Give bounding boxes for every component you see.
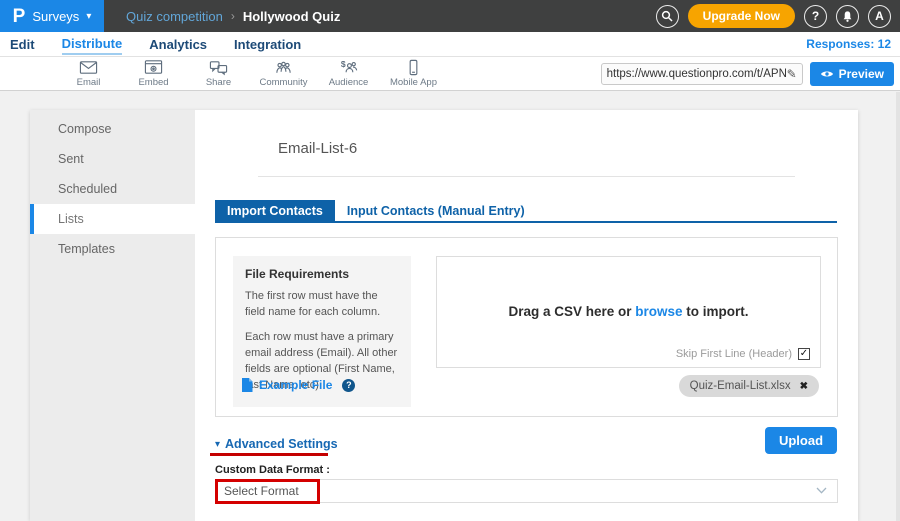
top-header: P Surveys ▾ Quiz competition › Hollywood… — [0, 0, 900, 32]
example-file-link[interactable]: Example File — [259, 378, 332, 392]
list-content: Email-List-6 Import Contacts Input Conta… — [195, 110, 858, 521]
lists-panel: Compose Sent Scheduled Lists Templates E… — [30, 110, 858, 521]
eye-icon — [820, 69, 834, 79]
file-icon — [241, 378, 253, 392]
sidebar-item-sent[interactable]: Sent — [30, 144, 195, 174]
uploaded-file-chip: Quiz-Email-List.xlsx ✖ — [679, 375, 819, 397]
share-icon — [209, 59, 228, 76]
upgrade-now-button[interactable]: Upgrade Now — [688, 4, 795, 28]
page-body: Compose Sent Scheduled Lists Templates E… — [0, 92, 900, 521]
uploaded-file-name: Quiz-Email-List.xlsx — [690, 380, 791, 392]
custom-data-format-label: Custom Data Format : — [215, 464, 330, 476]
edit-url-icon[interactable]: ✎ — [787, 67, 797, 81]
search-icon — [661, 10, 673, 22]
file-requirements-text: The first row must have the field name f… — [245, 289, 399, 321]
channel-label: Audience — [329, 77, 369, 88]
skip-first-line-label: Skip First Line (Header) — [676, 348, 792, 360]
advanced-settings-label: Advanced Settings — [225, 437, 338, 451]
distribute-sidebar: Compose Sent Scheduled Lists Templates — [30, 110, 195, 521]
import-contacts-panel: File Requirements The first row must hav… — [215, 237, 838, 417]
notifications-button[interactable] — [836, 5, 859, 28]
channel-label: Share — [206, 77, 231, 88]
survey-url-text: https://www.questionpro.com/t/APNrFZ — [607, 68, 787, 80]
breadcrumb-current: Hollywood Quiz — [243, 9, 341, 24]
community-icon — [274, 59, 293, 76]
sidebar-item-scheduled[interactable]: Scheduled — [30, 174, 195, 204]
help-button[interactable]: ? — [804, 5, 827, 28]
email-icon — [79, 59, 98, 76]
dropzone-text-before: Drag a CSV here or — [508, 304, 631, 319]
chevron-down-icon — [816, 487, 827, 494]
skip-first-line-checkbox[interactable]: ✓ — [798, 348, 810, 360]
skip-first-line-row: Skip First Line (Header) ✓ — [676, 348, 810, 360]
product-switcher[interactable]: P Surveys ▾ — [0, 0, 104, 32]
annotation-red-underline — [210, 453, 328, 456]
mobile-app-icon — [404, 59, 423, 76]
channel-label: Embed — [138, 77, 168, 88]
breadcrumb-parent[interactable]: Quiz competition — [126, 9, 223, 24]
preview-label: Preview — [839, 67, 884, 81]
avatar[interactable]: A — [868, 5, 891, 28]
upload-button[interactable]: Upload — [765, 427, 837, 454]
svg-text:$: $ — [341, 59, 346, 69]
dropzone-text: Drag a CSV here or browse to import. — [437, 304, 820, 319]
scrollbar[interactable] — [896, 92, 900, 521]
channel-email[interactable]: Email — [56, 59, 121, 88]
example-file-row: Example File ? — [241, 378, 355, 392]
advanced-settings-toggle[interactable]: ▾ Advanced Settings — [215, 437, 338, 451]
product-switcher-label: Surveys — [32, 9, 79, 24]
channel-toolbar: Email Embed Share Community $ Audience M… — [0, 57, 900, 91]
csv-dropzone[interactable]: Drag a CSV here or browse to import. Ski… — [436, 256, 821, 368]
channel-community[interactable]: Community — [251, 59, 316, 88]
tab-import-contacts[interactable]: Import Contacts — [215, 200, 335, 221]
survey-url-field[interactable]: https://www.questionpro.com/t/APNrFZ ✎ — [601, 63, 803, 85]
tab-input-contacts-manual[interactable]: Input Contacts (Manual Entry) — [335, 200, 537, 221]
select-format-value: Select Format — [216, 484, 299, 498]
tab-distribute[interactable]: Distribute — [62, 34, 123, 55]
channel-mobile-app[interactable]: Mobile App — [381, 59, 446, 88]
channel-embed[interactable]: Embed — [121, 59, 186, 88]
list-name-field[interactable]: Email-List-6 — [278, 140, 357, 157]
sidebar-item-templates[interactable]: Templates — [30, 234, 195, 264]
tab-integration[interactable]: Integration — [234, 35, 301, 54]
responses-count[interactable]: Responses: 12 — [806, 37, 891, 51]
survey-nav: Edit Distribute Analytics Integration Re… — [0, 32, 900, 57]
help-icon[interactable]: ? — [342, 379, 355, 392]
tab-analytics[interactable]: Analytics — [149, 35, 207, 54]
questionpro-logo-icon: P — [13, 7, 26, 26]
custom-format-select[interactable]: Select Format — [215, 479, 838, 503]
file-requirements-title: File Requirements — [245, 267, 399, 281]
breadcrumb: Quiz competition › Hollywood Quiz — [126, 9, 340, 24]
channel-label: Mobile App — [390, 77, 437, 88]
browse-link[interactable]: browse — [635, 304, 682, 319]
channel-list: Email Embed Share Community $ Audience M… — [56, 59, 446, 88]
breadcrumb-separator: › — [231, 9, 235, 23]
survey-link-area: https://www.questionpro.com/t/APNrFZ ✎ P… — [601, 62, 900, 86]
channel-share[interactable]: Share — [186, 59, 251, 88]
preview-button[interactable]: Preview — [810, 62, 894, 86]
tab-edit[interactable]: Edit — [10, 35, 35, 54]
header-actions: Upgrade Now ? A — [656, 4, 900, 28]
caret-down-icon: ▾ — [215, 439, 220, 450]
channel-audience[interactable]: $ Audience — [316, 59, 381, 88]
channel-label: Community — [259, 77, 307, 88]
sidebar-item-compose[interactable]: Compose — [30, 114, 195, 144]
list-name-underline — [258, 176, 795, 177]
dropzone-text-after: to import. — [686, 304, 748, 319]
audience-icon: $ — [339, 59, 358, 76]
sidebar-item-lists[interactable]: Lists — [30, 204, 195, 234]
chevron-down-icon: ▾ — [86, 11, 91, 22]
embed-icon — [144, 59, 163, 76]
search-button[interactable] — [656, 5, 679, 28]
channel-label: Email — [77, 77, 101, 88]
bell-icon — [841, 10, 854, 23]
remove-file-icon[interactable]: ✖ — [800, 381, 808, 392]
contacts-tabs: Import Contacts Input Contacts (Manual E… — [215, 200, 837, 223]
